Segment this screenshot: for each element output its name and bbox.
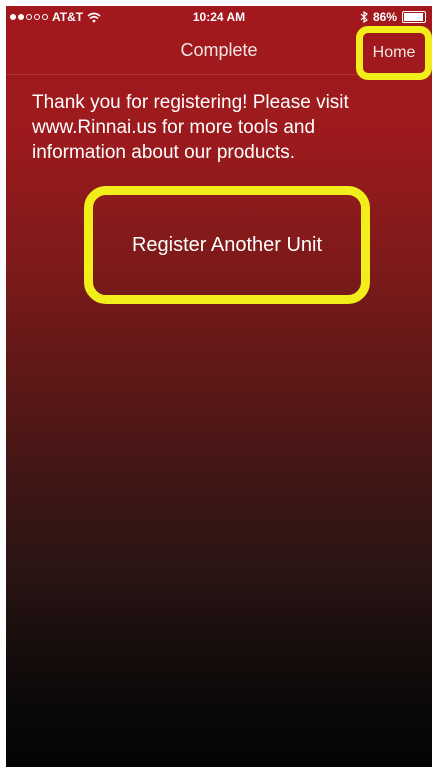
battery-level [404, 13, 423, 21]
home-button[interactable]: Home [356, 26, 432, 80]
register-another-unit-button[interactable]: Register Another Unit [84, 186, 370, 304]
navigation-bar: Complete Home [6, 26, 432, 80]
status-right: 86% [360, 10, 426, 24]
thank-you-message: Thank you for registering! Please visit … [32, 92, 349, 163]
bluetooth-icon [360, 11, 368, 23]
battery-icon [402, 11, 426, 23]
status-bar: AT&T 10:24 AM 86% [6, 6, 432, 28]
app-screen: AT&T 10:24 AM 86% Complete Home Thank yo… [6, 6, 432, 767]
battery-percent: 86% [372, 10, 397, 24]
